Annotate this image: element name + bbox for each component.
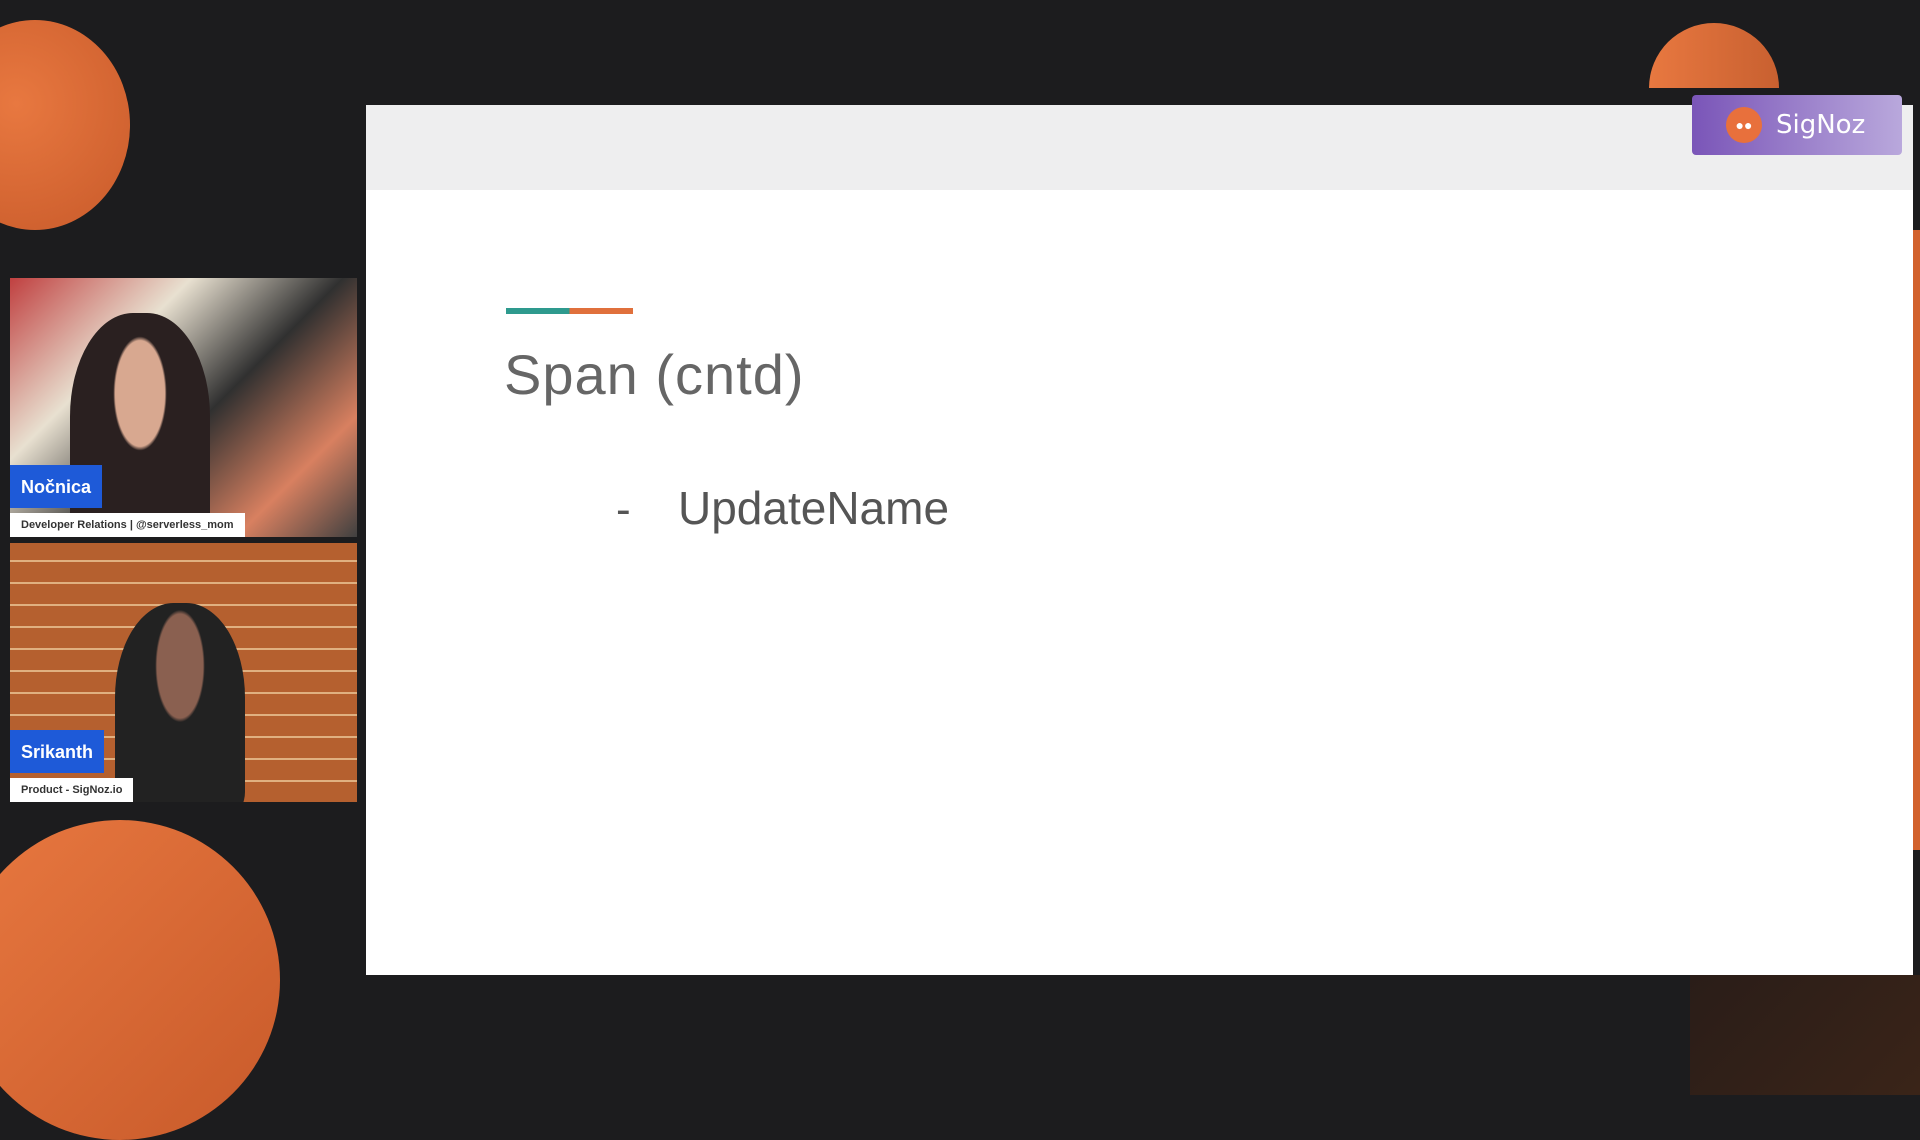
slide-title: Span (cntd) xyxy=(504,343,805,406)
decorative-circle xyxy=(0,20,130,230)
decorative-strip xyxy=(1913,230,1920,850)
slide-header-band xyxy=(366,105,1913,190)
presentation-slide: Span (cntd) - UpdateName xyxy=(366,105,1913,975)
participant-name: Srikanth xyxy=(10,730,105,773)
bullet-item: UpdateName xyxy=(678,482,950,534)
badge-label: SigNoz xyxy=(1776,110,1866,140)
bullet-marker: - xyxy=(616,485,631,534)
title-accent-bar xyxy=(506,308,633,314)
decorative-shape xyxy=(1690,975,1920,1095)
participant-subtitle: Product - SigNoz.io xyxy=(10,778,134,802)
participant-name: Nočnica xyxy=(10,465,103,508)
participant-subtitle: Developer Relations | @serverless_mom xyxy=(10,513,245,537)
participant-video-2: Srikanth Product - SigNoz.io xyxy=(10,543,357,802)
decorative-circle xyxy=(0,820,280,1140)
participant-image xyxy=(115,603,245,802)
signoz-logo-icon: ●● xyxy=(1726,107,1762,143)
participant-video-1: Nočnica Developer Relations | @serverles… xyxy=(10,278,357,537)
signoz-badge: ●● SigNoz xyxy=(1692,95,1902,155)
